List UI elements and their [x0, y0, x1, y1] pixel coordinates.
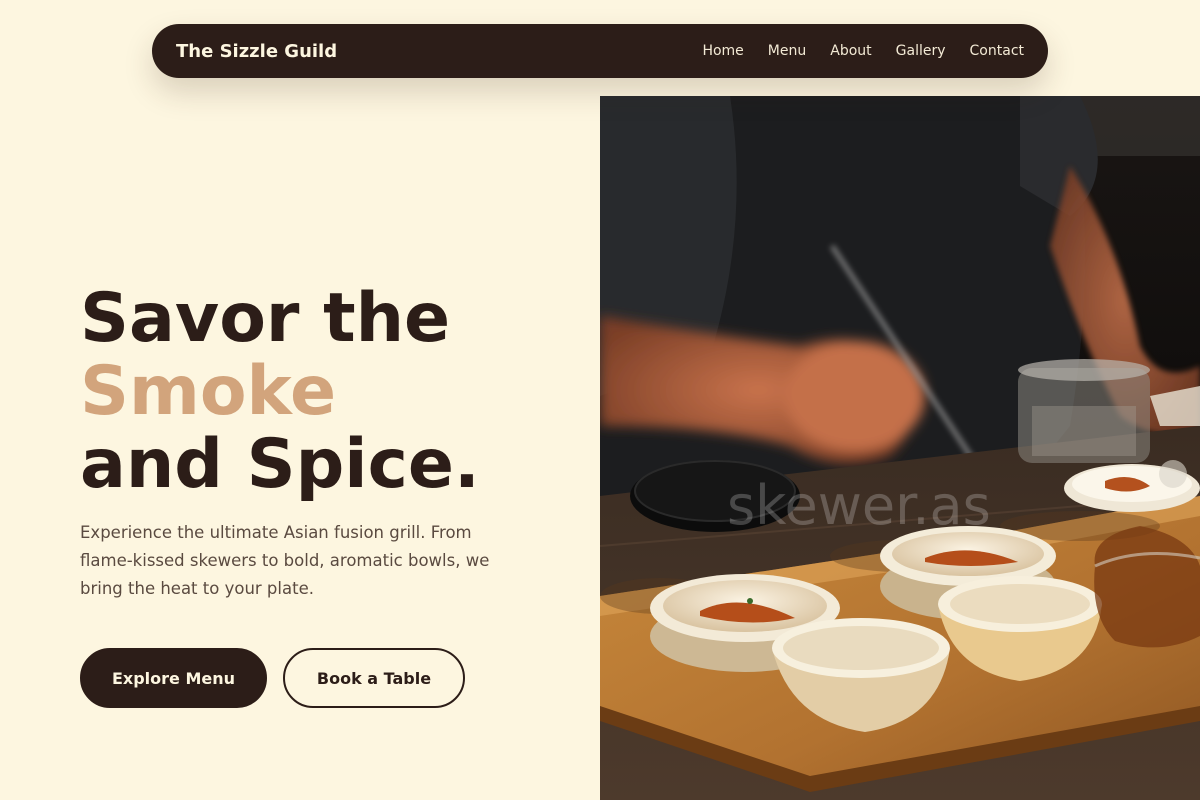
explore-menu-button[interactable]: Explore Menu	[80, 648, 267, 708]
book-table-button[interactable]: Book a Table	[283, 648, 465, 708]
nav-link-home[interactable]: Home	[702, 43, 743, 59]
nav-link-about[interactable]: About	[830, 43, 871, 59]
image-watermark: skewer.as	[727, 474, 991, 537]
headline-accent-word: Smoke	[80, 352, 337, 431]
nav-link-gallery[interactable]: Gallery	[896, 43, 946, 59]
hero-tagline: Experience the ultimate Asian fusion gri…	[80, 523, 490, 598]
landing-page: The Sizzle Guild Home Menu About Gallery…	[0, 0, 1200, 800]
hero-text: Savor the Smoke and Spice. Experience th…	[80, 282, 580, 603]
hero-image: skewer.as	[600, 96, 1200, 800]
hero-headline: Savor the Smoke and Spice.	[80, 282, 580, 501]
hero-actions: Explore Menu Book a Table	[80, 648, 465, 708]
headline-line-3: and Spice.	[80, 425, 480, 504]
nav-link-menu[interactable]: Menu	[768, 43, 806, 59]
nav-link-contact[interactable]: Contact	[970, 43, 1024, 59]
brand-logo-text[interactable]: The Sizzle Guild	[176, 41, 337, 62]
navbar: The Sizzle Guild Home Menu About Gallery…	[152, 24, 1048, 78]
nav-links: Home Menu About Gallery Contact	[702, 43, 1024, 59]
headline-line-1: Savor the	[80, 279, 451, 358]
chef-plating-illustration	[600, 96, 1200, 800]
